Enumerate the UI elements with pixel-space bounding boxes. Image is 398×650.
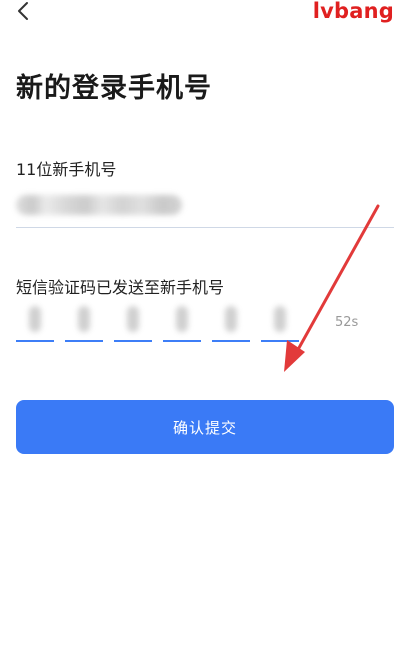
code-underline (212, 340, 250, 342)
code-underline (261, 340, 299, 342)
code-label: 短信验证码已发送至新手机号 (16, 278, 225, 297)
phone-underline (16, 227, 394, 228)
code-digit-obscured (29, 306, 41, 332)
code-digit-obscured (176, 306, 188, 332)
code-underline (163, 340, 201, 342)
code-digit-obscured (78, 306, 90, 332)
phone-label: 11位新手机号 (16, 160, 117, 179)
phone-value-obscured (16, 195, 182, 215)
code-box[interactable] (163, 300, 201, 342)
code-box[interactable] (212, 300, 250, 342)
code-digit-obscured (127, 306, 139, 332)
code-box[interactable] (16, 300, 54, 342)
code-input[interactable] (16, 300, 386, 344)
submit-button[interactable]: 确认提交 (16, 400, 394, 454)
code-box[interactable] (261, 300, 299, 342)
code-underline (114, 340, 152, 342)
watermark-logo: lvbang (312, 0, 394, 23)
resend-countdown: 52s (335, 315, 359, 330)
code-digit-obscured (274, 306, 286, 332)
code-underline (16, 340, 54, 342)
chevron-left-icon (18, 2, 28, 20)
code-box[interactable] (65, 300, 103, 342)
code-underline (65, 340, 103, 342)
page-title: 新的登录手机号 (16, 73, 212, 104)
back-button[interactable] (12, 0, 36, 24)
code-digit-obscured (225, 306, 237, 332)
code-box[interactable] (114, 300, 152, 342)
change-phone-page: lvbang 新的登录手机号 11位新手机号 短信验证码已发送至新手机号 52s… (0, 0, 398, 650)
phone-input[interactable] (16, 186, 394, 228)
